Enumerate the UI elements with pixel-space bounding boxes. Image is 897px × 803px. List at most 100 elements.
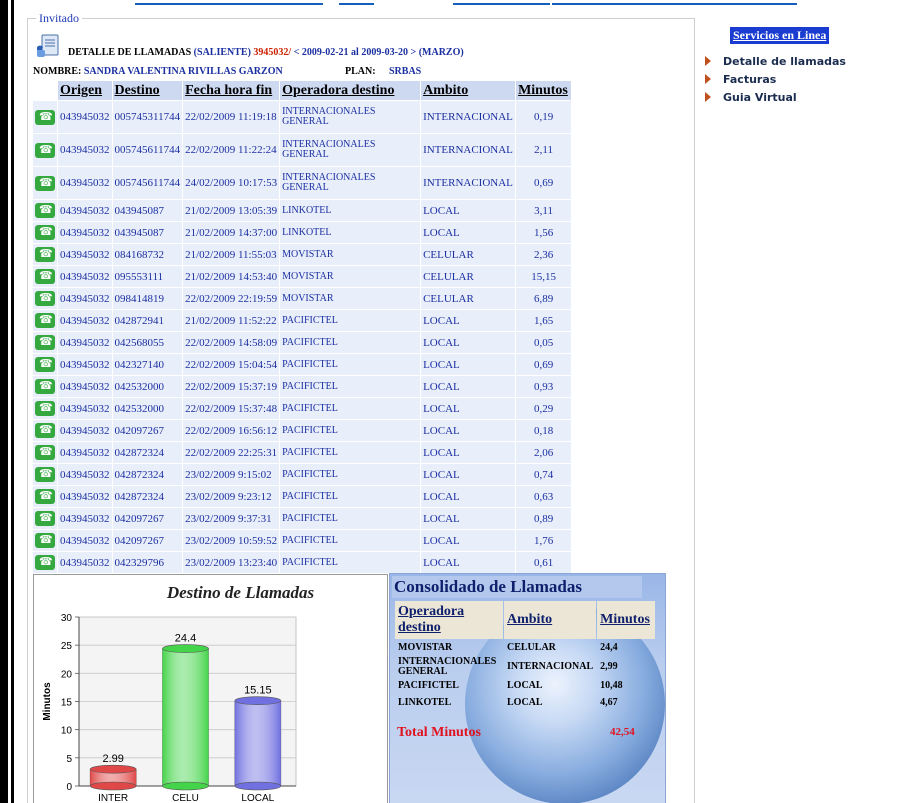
- call-icon-cell[interactable]: [33, 508, 57, 529]
- phone-call-icon[interactable]: [35, 335, 55, 350]
- phone-call-icon[interactable]: [35, 379, 55, 394]
- sidebar-item-detalle-llamadas[interactable]: Detalle de llamadas: [703, 52, 846, 70]
- total-minutos-value: 42,54: [610, 726, 635, 738]
- cell-operadora: PACIFICTEL: [280, 486, 421, 507]
- phone-call-icon[interactable]: [35, 109, 55, 125]
- cell-fecha: 22/02/2009 15:37:19: [183, 376, 280, 397]
- cell-ambito: LOCAL: [421, 310, 516, 331]
- header-fecha[interactable]: Fecha hora fin: [183, 81, 280, 100]
- call-icon-cell[interactable]: [33, 222, 57, 243]
- call-icon-cell[interactable]: [33, 398, 57, 419]
- phone-call-icon[interactable]: [35, 357, 55, 372]
- chart-y-tick-label: 30: [61, 613, 73, 624]
- call-icon-cell[interactable]: [33, 266, 57, 287]
- cell-operadora: PACIFICTEL: [280, 530, 421, 551]
- cell-minutos: 2,11: [516, 134, 572, 166]
- destino-llamadas-chart: Destino de Llamadas 0 5 10 15 20 25 30 Minutos 2…: [33, 574, 388, 803]
- phone-call-icon[interactable]: [35, 489, 55, 504]
- header-origen[interactable]: Origen: [58, 81, 112, 100]
- cell-fecha: 23/02/2009 13:23:40: [183, 552, 280, 573]
- chart-y-tick-label: 0: [66, 782, 72, 793]
- sidebar-item-label: Guia Virtual: [723, 90, 797, 104]
- phone-call-icon[interactable]: [35, 423, 55, 438]
- call-icon-cell[interactable]: [33, 332, 57, 353]
- call-icon-cell[interactable]: [33, 376, 57, 397]
- phone-call-icon[interactable]: [35, 467, 55, 482]
- fieldset-legend: Invitado: [36, 11, 82, 26]
- cell-fecha: 23/02/2009 9:23:12: [183, 486, 280, 507]
- sidebar-item-label: Facturas: [723, 72, 777, 86]
- phone-call-icon[interactable]: [35, 313, 55, 328]
- cell-operadora: LINKOTEL: [280, 200, 421, 221]
- call-icon-cell[interactable]: [33, 167, 57, 199]
- left-frame-border-inner: [11, 0, 14, 803]
- cell-minutos: 0,89: [516, 508, 572, 529]
- chart-bar-top: [89, 764, 137, 774]
- call-row: 04394503200574531174422/02/2009 11:19:18…: [33, 101, 572, 133]
- cell-origen: 043945032: [58, 354, 112, 375]
- call-icon-cell[interactable]: [33, 244, 57, 265]
- phone-call-icon[interactable]: [35, 269, 55, 284]
- phone-call-icon[interactable]: [35, 175, 55, 191]
- call-icon-cell[interactable]: [33, 354, 57, 375]
- servicios-en-linea-link[interactable]: Servicios en Linea: [730, 27, 830, 44]
- phone-call-icon[interactable]: [35, 225, 55, 240]
- call-row: 04394503204394508721/02/2009 14:37:00LIN…: [33, 222, 572, 243]
- phone-call-icon[interactable]: [35, 511, 55, 526]
- call-icon-cell[interactable]: [33, 288, 57, 309]
- call-icon-cell[interactable]: [33, 310, 57, 331]
- cell-minutos: 1,56: [516, 222, 572, 243]
- call-row: 04394503204209726723/02/2009 9:37:31PACI…: [33, 508, 572, 529]
- phone-call-icon[interactable]: [35, 247, 55, 262]
- cell-origen: 043945032: [58, 442, 112, 463]
- phone-call-icon[interactable]: [35, 401, 55, 416]
- phone-call-icon[interactable]: [35, 291, 55, 306]
- cell-destino: 095553111: [112, 266, 183, 287]
- phone-call-icon[interactable]: [35, 533, 55, 548]
- cell-fecha: 21/02/2009 11:52:22: [183, 310, 280, 331]
- cell-destino: 042872941: [112, 310, 183, 331]
- chart-y-tick-label: 20: [61, 669, 73, 680]
- cell-destino: 084168732: [112, 244, 183, 265]
- call-icon-cell[interactable]: [33, 420, 57, 441]
- call-row: 04394503204253200022/02/2009 15:37:19PAC…: [33, 376, 572, 397]
- phone-call-icon[interactable]: [35, 142, 55, 158]
- chart-value-label: 24.4: [175, 633, 196, 645]
- call-icon-cell[interactable]: [33, 530, 57, 551]
- consol-header-minutos: Minutos: [597, 601, 656, 639]
- triangle-bullet-icon: [705, 74, 711, 84]
- name-value: SANDRA VALENTINA RIVILLAS GARZON: [83, 66, 283, 77]
- header-ambito[interactable]: Ambito: [421, 81, 516, 100]
- cell-operadora: PACIFICTEL: [280, 442, 421, 463]
- consolidado-panel: Consolidado de Llamadas Operadora destin…: [389, 573, 666, 803]
- call-icon-cell[interactable]: [33, 552, 57, 573]
- services-sidebar: Detalle de llamadas Facturas Guia Virtua…: [703, 52, 846, 106]
- chart-bar-base: [234, 781, 282, 791]
- consol-cell-operadora: INTERNACIONALES GENERAL: [398, 656, 497, 677]
- cell-minutos: 2,06: [516, 442, 572, 463]
- cell-ambito: LOCAL: [421, 530, 516, 551]
- cell-ambito: LOCAL: [421, 486, 516, 507]
- cell-minutos: 0,93: [516, 376, 572, 397]
- call-row: 04394503200574561174422/02/2009 11:22:24…: [33, 134, 572, 166]
- call-icon-cell[interactable]: [33, 101, 57, 133]
- name-label: NOMBRE:: [33, 66, 82, 77]
- call-icon-cell[interactable]: [33, 200, 57, 221]
- header-minutos[interactable]: Minutos: [516, 81, 572, 100]
- call-icon-cell[interactable]: [33, 486, 57, 507]
- header-destino[interactable]: Destino: [112, 81, 183, 100]
- phone-call-icon[interactable]: [35, 445, 55, 460]
- sidebar-item-guia-virtual[interactable]: Guia Virtual: [703, 88, 846, 106]
- phone-call-icon[interactable]: [35, 555, 55, 570]
- sidebar-item-facturas[interactable]: Facturas: [703, 70, 846, 88]
- call-icon-cell[interactable]: [33, 134, 57, 166]
- consol-cell-ambito: LOCAL: [507, 697, 543, 708]
- phone-call-icon[interactable]: [35, 203, 55, 218]
- cell-origen: 043945032: [58, 486, 112, 507]
- bar-chart-svg: 0 5 10 15 20 25 30 Minutos 2.99 INTER 24.4 CELU 15.1…: [42, 613, 297, 803]
- call-icon-cell[interactable]: [33, 464, 57, 485]
- triangle-bullet-icon: [705, 92, 711, 102]
- customer-name-line: NOMBRE: SANDRA VALENTINA RIVILLAS GARZON: [33, 66, 283, 77]
- call-icon-cell[interactable]: [33, 442, 57, 463]
- header-operadora[interactable]: Operadora destino: [280, 81, 421, 100]
